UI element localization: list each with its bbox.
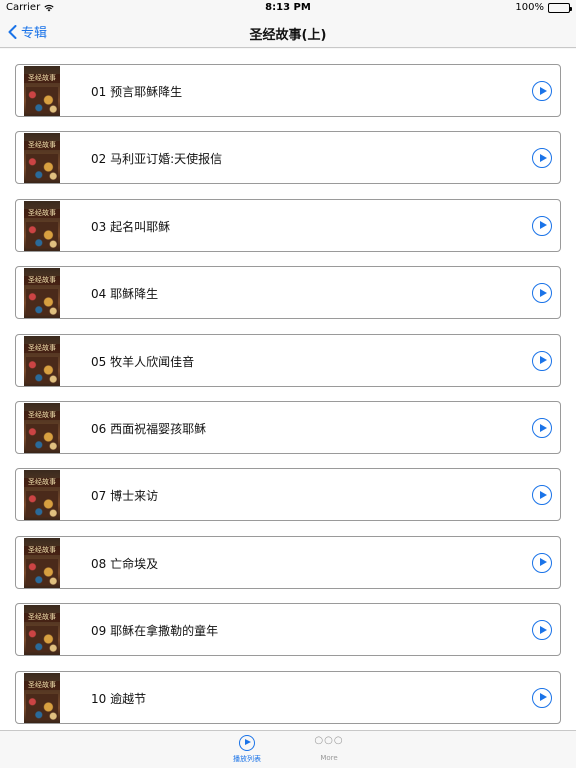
battery-icon [548, 2, 572, 13]
cover-illustration [26, 693, 58, 720]
status-time: 8:13 PM [265, 2, 311, 13]
play-icon[interactable] [532, 215, 552, 236]
play-icon[interactable] [532, 620, 552, 641]
album-cover-thumbnail: 圣经故事 [24, 268, 60, 319]
album-cover-thumbnail: 圣经故事 [24, 672, 60, 723]
cover-title-text: 圣经故事 [24, 343, 60, 353]
tab-more[interactable]: ○○○ More [299, 735, 359, 762]
cover-title-text: 圣经故事 [24, 208, 60, 218]
list-item[interactable]: 圣经故事 03 起名叫耶稣 [15, 198, 561, 252]
album-cover-thumbnail: 圣经故事 [24, 537, 60, 588]
navigation-bar: 专辑 圣经故事(上) [0, 16, 576, 48]
page-title: 圣经故事(上) [249, 28, 327, 43]
episode-title: 01 预言耶稣降生 [91, 85, 183, 99]
list-item[interactable]: 圣经故事 09 耶稣在拿撒勒的童年 [15, 603, 561, 657]
episode-list[interactable]: 圣经故事 01 预言耶稣降生 圣经故事 02 马利亚订婚:天使报信 圣经故事 03 起名叫… [0, 49, 576, 730]
album-cover-thumbnail: 圣经故事 [24, 335, 60, 386]
cover-illustration [26, 356, 58, 383]
album-cover-thumbnail: 圣经故事 [24, 200, 60, 251]
play-icon[interactable] [532, 552, 552, 573]
cover-title-text: 圣经故事 [24, 411, 60, 420]
play-icon[interactable] [532, 687, 552, 708]
list-item[interactable]: 圣经故事 04 耶稣降生 [15, 266, 561, 320]
episode-title: 03 起名叫耶稣 [91, 219, 171, 234]
episode-title: 08 亡命埃及 [91, 556, 159, 571]
cover-illustration [26, 424, 58, 450]
battery-group: 100% [515, 2, 572, 13]
play-icon[interactable] [532, 81, 552, 101]
cover-title-text: 圣经故事 [24, 141, 60, 151]
cover-illustration [26, 221, 58, 248]
album-cover-thumbnail: 圣经故事 [24, 403, 60, 453]
list-item[interactable]: 圣经故事 10 逾越节 [15, 670, 561, 724]
cover-illustration [26, 87, 58, 113]
battery-percent: 100% [515, 2, 544, 13]
episode-title: 09 耶稣在拿撒勒的童年 [91, 624, 219, 639]
album-cover-thumbnail: 圣经故事 [24, 66, 60, 116]
tab-playlist[interactable]: 播放列表 [217, 735, 277, 764]
play-icon[interactable] [532, 350, 552, 371]
episode-title: 05 牧羊人欣闻佳音 [91, 354, 195, 369]
play-icon[interactable] [532, 418, 552, 438]
episode-title: 06 西面祝福婴孩耶稣 [91, 422, 207, 436]
list-item[interactable]: 圣经故事 02 马利亚订婚:天使报信 [15, 131, 561, 185]
more-dots-icon: ○○○ [314, 735, 344, 746]
cover-illustration [26, 289, 58, 316]
cover-title-text: 圣经故事 [24, 680, 60, 690]
play-circle-icon [239, 735, 255, 751]
album-cover-thumbnail: 圣经故事 [24, 470, 60, 521]
cover-illustration [26, 626, 58, 653]
cover-title-text: 圣经故事 [24, 478, 60, 488]
list-item[interactable]: 圣经故事 06 西面祝福婴孩耶稣 [15, 401, 561, 454]
tab-more-label: More [320, 754, 338, 762]
cover-illustration [26, 154, 58, 181]
cover-title-text: 圣经故事 [24, 74, 60, 83]
play-icon[interactable] [532, 485, 552, 506]
play-icon[interactable] [532, 148, 552, 169]
episode-title: 04 耶稣降生 [91, 287, 159, 302]
list-item[interactable]: 圣经故事 08 亡命埃及 [15, 535, 561, 589]
play-icon[interactable] [532, 283, 552, 304]
tab-bar: 播放列表 ○○○ More [0, 730, 576, 768]
cover-title-text: 圣经故事 [24, 545, 60, 555]
list-item[interactable]: 圣经故事 05 牧羊人欣闻佳音 [15, 333, 561, 387]
episode-title: 10 逾越节 [91, 691, 147, 706]
cover-illustration [26, 558, 58, 585]
cover-illustration [26, 491, 58, 518]
list-item[interactable]: 圣经故事 07 博士来访 [15, 468, 561, 522]
tab-playlist-label: 播放列表 [233, 755, 261, 763]
cover-title-text: 圣经故事 [24, 276, 60, 286]
album-cover-thumbnail: 圣经故事 [24, 133, 60, 184]
album-cover-thumbnail: 圣经故事 [24, 605, 60, 656]
episode-title: 07 博士来访 [91, 489, 159, 504]
status-bar: Carrier 8:13 PM 100% [0, 0, 576, 16]
cover-title-text: 圣经故事 [24, 613, 60, 623]
episode-title: 02 马利亚订婚:天使报信 [91, 152, 223, 167]
list-item[interactable]: 圣经故事 01 预言耶稣降生 [15, 64, 561, 117]
